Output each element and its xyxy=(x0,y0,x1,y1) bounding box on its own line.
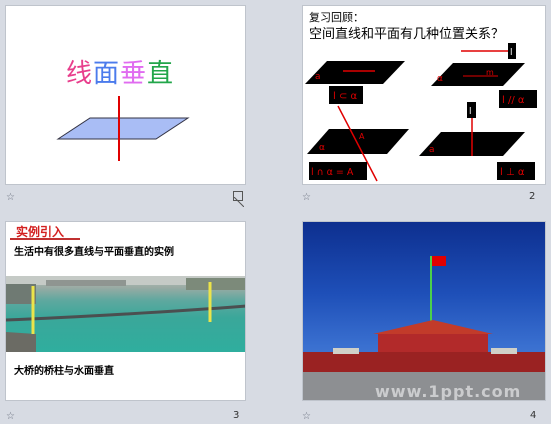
bridge-photo xyxy=(6,276,245,352)
slide-thumbnail-3[interactable]: 实例引入 生活中有很多直线与平面垂直的实例 大桥的桥柱与水面垂直 xyxy=(5,221,246,401)
slide-thumbnail-2[interactable]: 复习回顾： 空间直线和平面有几种位置关系？ a l ⊂ α l α m l //… xyxy=(302,5,546,185)
line-m-label: m xyxy=(486,68,494,77)
plane-label: α xyxy=(319,143,325,153)
slide-thumbnail-1[interactable]: 线面垂直 xyxy=(5,5,246,185)
flag xyxy=(432,256,446,266)
heading-underline xyxy=(10,238,80,240)
watermark-text: www.1ppt.com xyxy=(375,382,522,401)
photo-caption: 大桥的桥柱与水面垂直 xyxy=(14,366,114,377)
slide-number: 2 xyxy=(529,191,536,202)
slide-star-icon[interactable]: ☆ xyxy=(6,411,15,422)
slide-star-icon[interactable]: ☆ xyxy=(302,411,311,422)
plane-line-diagram xyxy=(56,96,190,161)
plane-label: a xyxy=(429,145,435,155)
relation-label: l ⊂ α xyxy=(333,91,358,102)
plane-shape xyxy=(431,63,525,86)
relation-label: l ∩ α = A xyxy=(311,167,354,178)
relation-label: l ⊥ α xyxy=(500,167,525,178)
tiananmen-photo xyxy=(303,256,545,400)
plane-label: α xyxy=(437,74,443,84)
slide-number: 3 xyxy=(233,410,240,421)
plane-label: a xyxy=(315,72,321,82)
slide-number: 4 xyxy=(530,410,537,421)
plane-shape xyxy=(56,117,190,140)
slide-hidden-icon[interactable] xyxy=(233,191,245,208)
slide-star-icon[interactable]: ☆ xyxy=(302,192,311,203)
slide-star-icon[interactable]: ☆ xyxy=(6,192,15,203)
intersection-label: A xyxy=(359,132,365,141)
positions-diagram: a l ⊂ α l α m l // α α A l ∩ α = A l a l… xyxy=(305,43,537,182)
slide-thumbnail-4[interactable]: www.1ppt.com xyxy=(302,221,546,401)
line-label: l xyxy=(510,48,513,58)
slide-subtitle: 生活中有很多直线与平面垂直的实例 xyxy=(14,247,174,258)
line-label: l xyxy=(469,107,472,117)
relation-label: l // α xyxy=(502,95,525,106)
